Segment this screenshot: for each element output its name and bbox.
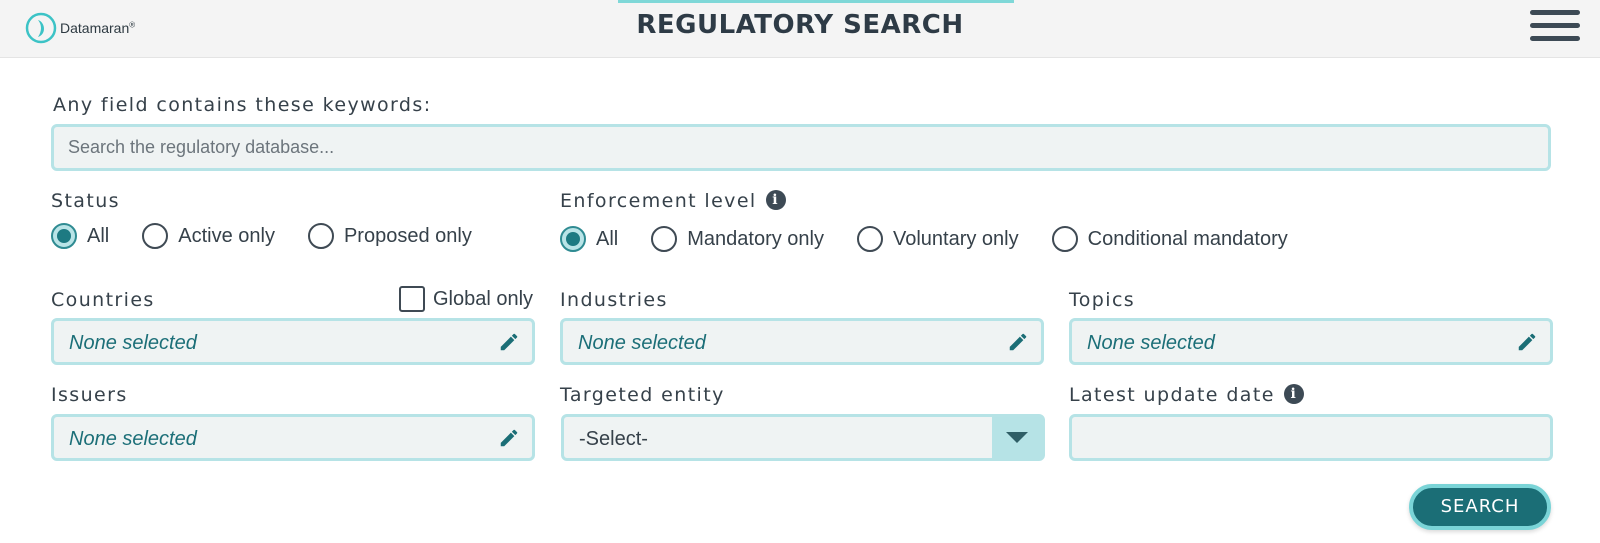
radio-label: Mandatory only — [687, 227, 824, 250]
topics-value: None selected — [1087, 332, 1215, 354]
issuers-value: None selected — [69, 428, 197, 450]
issuers-label: Issuers — [51, 384, 128, 406]
enforcement-level-text: Enforcement level — [560, 190, 757, 212]
topics-label: Topics — [1069, 289, 1136, 311]
industries-select[interactable]: None selected — [560, 318, 1044, 365]
radio-label: Proposed only — [343, 224, 472, 247]
header: Datamaran® REGULATORY SEARCH — [0, 0, 1600, 58]
pencil-icon[interactable] — [498, 427, 520, 449]
pencil-icon[interactable] — [1516, 331, 1538, 353]
radio-unchecked-icon — [856, 226, 883, 252]
keywords-label: Any field contains these keywords: — [53, 94, 432, 116]
enforcement-mandatory-only-radio[interactable]: Mandatory only — [651, 226, 824, 252]
radio-label: Active only — [178, 224, 275, 247]
radio-label: All — [87, 224, 110, 247]
chevron-down-icon[interactable] — [992, 417, 1042, 458]
industries-value: None selected — [578, 332, 706, 354]
enforcement-level-label: Enforcement level i — [560, 189, 786, 212]
radio-checked-icon — [51, 223, 77, 249]
keyword-search-input[interactable] — [51, 124, 1551, 171]
radio-label: Conditional mandatory — [1087, 227, 1288, 250]
enforcement-radio-group: All Mandatory only Voluntary only Condit… — [560, 226, 1321, 252]
radio-unchecked-icon — [651, 226, 678, 252]
countries-value: None selected — [69, 332, 197, 354]
countries-label: Countries — [51, 289, 155, 311]
info-icon[interactable]: i — [1283, 383, 1304, 404]
header-accent-bar — [618, 0, 1014, 3]
pencil-icon[interactable] — [498, 331, 520, 353]
targeted-entity-dropdown[interactable]: -Select- — [561, 414, 1045, 461]
latest-update-date-text: Latest update date — [1069, 384, 1275, 406]
countries-select[interactable]: None selected — [51, 318, 535, 365]
radio-label: All — [596, 227, 619, 250]
radio-unchecked-icon — [142, 223, 169, 249]
issuers-select[interactable]: None selected — [51, 414, 535, 461]
radio-unchecked-icon — [1051, 226, 1078, 252]
status-proposed-only-radio[interactable]: Proposed only — [307, 223, 472, 249]
topics-select[interactable]: None selected — [1069, 318, 1553, 365]
enforcement-conditional-mandatory-radio[interactable]: Conditional mandatory — [1051, 226, 1288, 252]
status-label: Status — [51, 190, 120, 212]
enforcement-all-radio[interactable]: All — [560, 226, 618, 252]
info-icon[interactable]: i — [765, 189, 786, 210]
industries-label: Industries — [560, 289, 668, 311]
targeted-entity-label: Targeted entity — [560, 384, 725, 406]
radio-unchecked-icon — [307, 223, 334, 249]
global-only-label: Global only — [433, 287, 534, 310]
enforcement-voluntary-only-radio[interactable]: Voluntary only — [856, 226, 1019, 252]
status-all-radio[interactable]: All — [51, 223, 109, 249]
latest-update-date-input[interactable] — [1069, 414, 1553, 461]
radio-label: Voluntary only — [892, 227, 1019, 250]
pencil-icon[interactable] — [1007, 331, 1029, 353]
hamburger-menu-icon[interactable] — [1530, 10, 1580, 48]
checkbox-unchecked-icon — [399, 286, 425, 312]
page-title: REGULATORY SEARCH — [636, 10, 964, 40]
global-only-checkbox[interactable]: Global only — [399, 286, 533, 312]
latest-update-date-label: Latest update date i — [1069, 383, 1304, 406]
status-radio-group: All Active only Proposed only — [51, 223, 505, 249]
radio-checked-icon — [560, 226, 586, 252]
targeted-entity-value: -Select- — [579, 428, 648, 450]
search-button[interactable]: SEARCH — [1409, 484, 1551, 530]
status-active-only-radio[interactable]: Active only — [142, 223, 275, 249]
